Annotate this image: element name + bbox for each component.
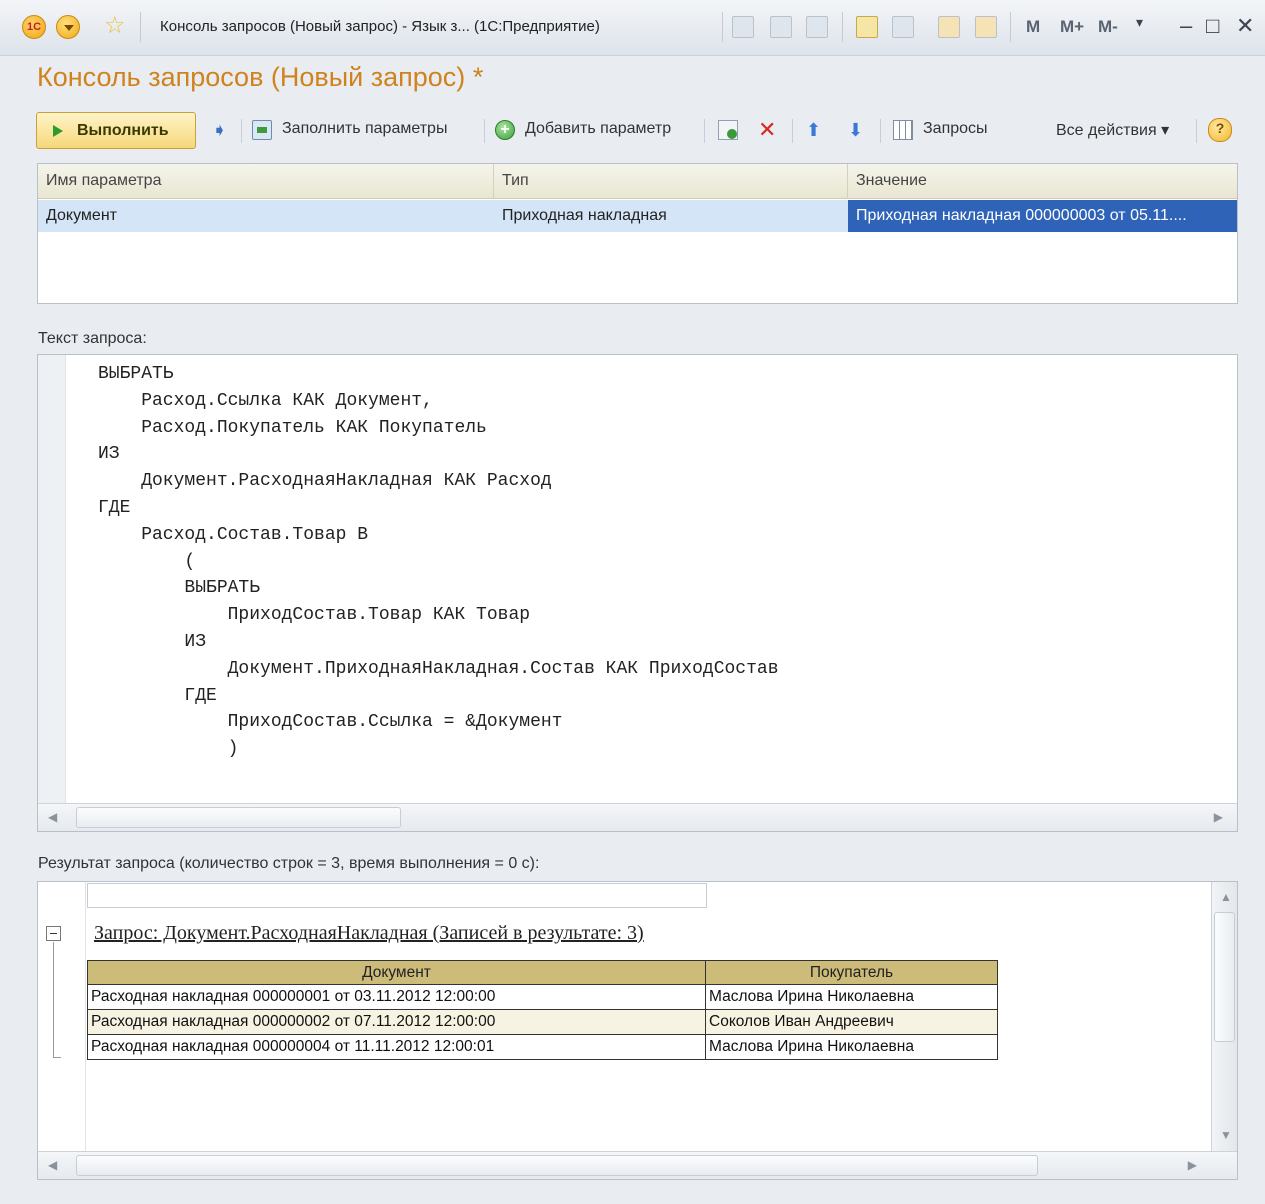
preview-icon[interactable] — [806, 16, 828, 38]
separator — [484, 119, 485, 143]
play-icon — [53, 125, 63, 137]
run-button-label: Выполнить — [77, 122, 169, 139]
chevron-down-icon[interactable]: ▾ — [1136, 14, 1143, 31]
memory-minus-button[interactable]: M- — [1098, 17, 1118, 37]
result-horizontal-scrollbar[interactable]: ◀ ▶ — [38, 1151, 1237, 1179]
document-cell[interactable]: Расходная накладная 000000004 от 11.11.2… — [87, 1034, 706, 1060]
delete-icon[interactable]: ✕ — [758, 119, 778, 141]
copy-icon[interactable] — [718, 120, 738, 140]
separator — [140, 12, 141, 42]
separator — [880, 119, 881, 143]
separator — [1196, 119, 1197, 143]
result-table: Документ Покупатель Расходная накладная … — [87, 960, 998, 1060]
move-down-icon[interactable]: ⬇ — [848, 120, 868, 140]
scrollbar-thumb[interactable] — [1214, 912, 1235, 1042]
scrollbar-thumb[interactable] — [76, 807, 401, 828]
separator — [704, 119, 705, 143]
run-button[interactable]: Выполнить — [36, 112, 196, 149]
group-line — [53, 1057, 61, 1058]
maximize-button[interactable]: □ — [1206, 13, 1219, 39]
queries-grid-icon — [893, 120, 913, 140]
query-text-label: Текст запроса: — [38, 330, 147, 347]
buyer-cell[interactable]: Соколов Иван Андреевич — [705, 1009, 998, 1035]
result-panel: Запрос: Документ.РасходнаяНакладная (Зап… — [37, 881, 1238, 1180]
column-header-type[interactable]: Тип — [494, 164, 848, 199]
params-table: Имя параметра Тип Значение Документ Прих… — [37, 163, 1238, 304]
print-icon[interactable] — [770, 16, 792, 38]
editor-horizontal-scrollbar[interactable]: ◀ ▶ — [38, 803, 1237, 831]
column-header-value[interactable]: Значение — [848, 164, 1237, 199]
save-icon[interactable] — [732, 16, 754, 38]
column-header-buyer: Покупатель — [705, 960, 998, 985]
scroll-right-icon[interactable]: ▶ — [1214, 810, 1223, 824]
page-title-text: Консоль запросов (Новый запрос) — [37, 62, 466, 92]
add-param-icon: + — [495, 120, 515, 140]
separator — [722, 12, 723, 42]
buyer-cell[interactable]: Маслова Ирина Николаевна — [705, 984, 998, 1010]
fill-params-icon — [252, 120, 272, 140]
group-line — [53, 942, 54, 1057]
result-vertical-scrollbar[interactable]: ▲ ▼ — [1211, 882, 1237, 1151]
params-header: Имя параметра Тип Значение — [38, 164, 1237, 199]
help-icon[interactable]: ? — [1208, 118, 1232, 142]
buyer-cell[interactable]: Маслова Ирина Николаевна — [705, 1034, 998, 1060]
query-editor[interactable]: ВЫБРАТЬ Расход.Ссылка КАК Документ, Расх… — [37, 354, 1238, 832]
document-cell[interactable]: Расходная накладная 000000001 от 03.11.2… — [87, 984, 706, 1010]
table-row[interactable]: Расходная накладная 000000004 от 11.11.2… — [87, 1034, 998, 1060]
close-button[interactable]: ✕ — [1236, 13, 1254, 39]
calculator-icon[interactable] — [938, 16, 960, 38]
page-title: Консоль запросов (Новый запрос) * — [37, 62, 483, 93]
scroll-right-icon[interactable]: ▶ — [1188, 1158, 1197, 1172]
modified-mark: * — [472, 62, 484, 92]
calendar-icon[interactable] — [975, 16, 997, 38]
result-gutter — [38, 882, 86, 1151]
result-heading[interactable]: Запрос: Документ.РасходнаяНакладная (Зап… — [94, 922, 644, 945]
result-label: Результат запроса (количество строк = 3,… — [38, 855, 540, 872]
run-arrow-icon[interactable]: ➧ — [212, 120, 232, 140]
queries-button[interactable]: Запросы — [923, 120, 988, 138]
separator — [842, 12, 843, 42]
collapse-toggle-icon[interactable] — [46, 926, 61, 941]
minimize-button[interactable]: – — [1180, 13, 1192, 39]
column-header-document: Документ — [87, 960, 706, 985]
separator — [1010, 12, 1011, 42]
separator — [241, 119, 242, 143]
document-cell[interactable]: Расходная накладная 000000002 от 07.11.2… — [87, 1009, 706, 1035]
table-row[interactable]: Расходная накладная 000000001 от 03.11.2… — [87, 984, 998, 1010]
param-name-cell[interactable]: Документ — [38, 200, 494, 232]
scrollbar-thumb[interactable] — [76, 1155, 1038, 1176]
query-text[interactable]: ВЫБРАТЬ Расход.Ссылка КАК Документ, Расх… — [98, 361, 779, 763]
separator — [792, 119, 793, 143]
title-bar: 1С ☆ Консоль запросов (Новый запрос) - Я… — [0, 0, 1265, 56]
window-caption: Консоль запросов (Новый запрос) - Язык з… — [160, 18, 600, 35]
history-icon[interactable] — [892, 16, 914, 38]
scroll-down-icon[interactable]: ▼ — [1220, 1128, 1232, 1142]
fill-params-button[interactable]: Заполнить параметры — [282, 120, 447, 138]
move-up-icon[interactable]: ⬆ — [806, 120, 826, 140]
favorites-star-icon[interactable]: ☆ — [104, 14, 126, 38]
memory-plus-button[interactable]: M+ — [1060, 17, 1084, 37]
scroll-left-icon[interactable]: ◀ — [48, 1158, 57, 1172]
scroll-left-icon[interactable]: ◀ — [48, 810, 57, 824]
param-type-cell[interactable]: Приходная накладная — [494, 200, 848, 232]
toolbar: Выполнить ➧ Заполнить параметры + Добави… — [36, 112, 1238, 150]
table-row[interactable]: Расходная накладная 000000002 от 07.11.2… — [87, 1009, 998, 1035]
memory-m-button[interactable]: M — [1026, 17, 1040, 37]
editor-gutter — [38, 355, 66, 803]
app-logo-icon[interactable]: 1С — [22, 15, 46, 39]
param-value-cell[interactable]: Приходная накладная 000000003 от 05.11..… — [848, 200, 1237, 232]
add-favorite-icon[interactable] — [856, 16, 878, 38]
scroll-up-icon[interactable]: ▲ — [1220, 890, 1232, 904]
column-header-name[interactable]: Имя параметра — [38, 164, 494, 199]
main-menu-icon[interactable] — [56, 15, 80, 39]
table-row[interactable]: Документ Приходная накладная Приходная н… — [38, 200, 1237, 232]
all-actions-menu[interactable]: Все действия ▾ — [1056, 120, 1169, 140]
result-header-field[interactable] — [87, 883, 707, 908]
add-param-button[interactable]: Добавить параметр — [525, 120, 671, 138]
